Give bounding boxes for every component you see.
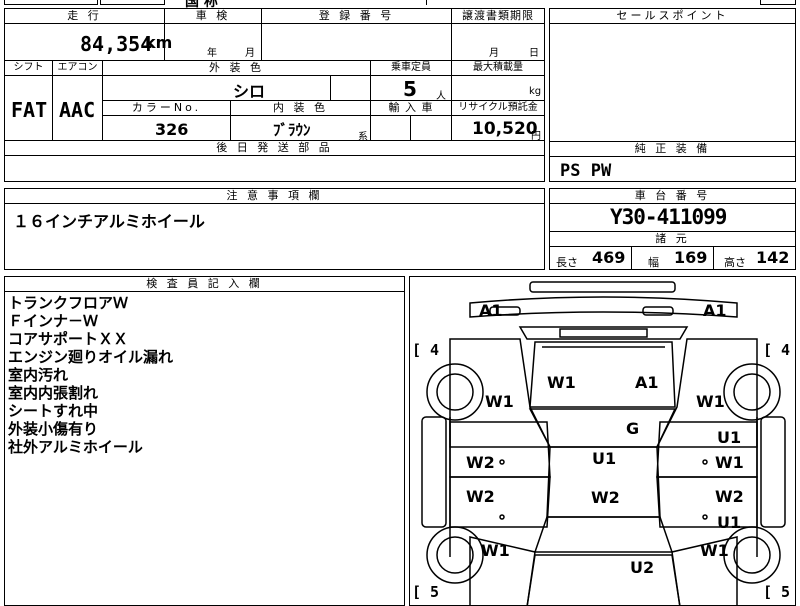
- capacity-unit: 人: [436, 91, 446, 102]
- damage-mark-w1-front-door-right: W1: [715, 453, 744, 472]
- aircon-value: AAC: [59, 98, 96, 122]
- damage-mark-u2-trunk: U2: [630, 558, 655, 577]
- recycle-unit: 円: [531, 131, 541, 142]
- mileage-label: 走 行: [5, 9, 165, 24]
- damage-mark-w2-front-door-left: W2: [466, 453, 495, 472]
- inspector-note: 室内内張割れ: [8, 384, 99, 402]
- vehicle-info-table: 走 行 車 検 登 録 番 号 譲渡書類期限 84,354 km 年 月 月 日…: [4, 8, 545, 182]
- top-strip: 国 称: [0, 0, 800, 10]
- length-label: 長さ: [556, 256, 578, 269]
- exterior-color-label: 外 装 色: [103, 61, 371, 76]
- tire-mark-front-right: [ 4: [763, 341, 791, 359]
- shift-label: シフト: [5, 61, 53, 76]
- inspector-note: 室内汚れ: [8, 366, 69, 384]
- inspector-note: トランクフロアＷ: [8, 294, 129, 312]
- inspection-label: 車 検: [165, 9, 262, 24]
- inspector-note: Ｆインナ－Ｗ: [8, 312, 99, 330]
- genuine-equipment-label: 純 正 装 備: [550, 141, 795, 157]
- aircon-label: エアコン: [53, 61, 103, 76]
- inspector-notes-label: 検 査 員 記 入 欄: [5, 277, 404, 292]
- interior-color-value: ﾌﾞﾗｳﾝ: [273, 121, 311, 139]
- damage-mark-w2-rear-door-left: W2: [466, 487, 495, 506]
- tire-mark-front-left: [ 4: [412, 341, 440, 359]
- inspector-note: 社外アルミホイール: [8, 438, 143, 456]
- tire-mark-rear-right: [ 5: [763, 583, 791, 601]
- followup-parts-label: 後 日 発 送 部 品: [5, 141, 544, 156]
- chassis-no-value: Y30-411099: [610, 205, 727, 229]
- color-no-label: カラーNo.: [103, 101, 231, 116]
- tire-mark-rear-left: [ 5: [412, 583, 440, 601]
- sales-point-label: セールスポイント: [550, 9, 795, 24]
- mileage-value: 84,354: [80, 32, 153, 56]
- damage-mark-w1-rear-fender-left: W1: [481, 541, 510, 560]
- chassis-specs-box: 車 台 番 号 Y30-411099 諸 元 長さ 469 幅 169 高さ 1…: [549, 188, 796, 270]
- inspection-month: 月: [245, 48, 255, 59]
- recycle-label: リサイクル預託金: [452, 101, 544, 116]
- registration-label: 登 録 番 号: [262, 9, 452, 24]
- inspector-notes-list: トランクフロアＷ Ｆインナ－Ｗ コアサポートＸＸ エンジン廻りオイル漏れ 室内汚…: [8, 294, 173, 456]
- inspector-note: コアサポートＸＸ: [8, 330, 129, 348]
- color-no-value: 326: [155, 120, 189, 139]
- damage-mark-g-windshield: G: [626, 419, 640, 438]
- inspector-notes-box: 検 査 員 記 入 欄 トランクフロアＷ Ｆインナ－Ｗ コアサポートＸＸ エンジ…: [4, 276, 405, 606]
- inspector-note: エンジン廻りオイル漏れ: [8, 348, 174, 366]
- inspection-year: 年: [207, 48, 217, 59]
- width-value: 169: [674, 248, 708, 267]
- specs-label: 諸 元: [550, 231, 795, 247]
- transfer-day: 日: [529, 48, 539, 59]
- damage-mark-a1-front-right: A1: [703, 301, 727, 320]
- car-damage-diagram: A1 A1 W1 A1 W1 W1 G U1 W2 W2 W2 U1 W1 W2…: [409, 276, 796, 606]
- damage-mark-a1-hood: A1: [635, 373, 659, 392]
- damage-mark-w2-rear-door-right: W2: [715, 487, 744, 506]
- import-label: 輸 入 車: [371, 101, 452, 116]
- damage-mark-w1-front-fender-right: W1: [696, 392, 725, 411]
- damage-mark-w1-rear-fender-right: W1: [700, 541, 729, 560]
- interior-color-label: 内 装 色: [231, 101, 371, 116]
- capacity-label: 乗車定員: [371, 61, 452, 76]
- damage-mark-w2-roof: W2: [591, 488, 620, 507]
- caution-box: 注 意 事 項 欄 １６インチアルミホイール: [4, 188, 545, 270]
- caution-label: 注 意 事 項 欄: [5, 189, 544, 204]
- inspector-note: シートすれ中: [8, 402, 99, 420]
- inspector-note: 外装小傷有り: [8, 420, 99, 438]
- height-label: 高さ: [724, 256, 746, 269]
- capacity-value: 5: [403, 77, 417, 101]
- damage-mark-u1-front-door-right: U1: [717, 428, 742, 447]
- recycle-value: 10,520: [472, 119, 538, 139]
- exterior-color-value: シロ: [233, 82, 266, 101]
- max-load-unit: kg: [529, 86, 542, 97]
- shift-value: FAT: [11, 98, 48, 122]
- width-label: 幅: [648, 256, 659, 269]
- transfer-month: 月: [489, 48, 499, 59]
- damage-mark-u1-roof: U1: [592, 449, 617, 468]
- height-value: 142: [756, 248, 790, 267]
- sales-point-box: セールスポイント 純 正 装 備 PS PW: [549, 8, 796, 182]
- max-load-label: 最大積載量: [452, 61, 544, 76]
- length-value: 469: [592, 248, 626, 267]
- damage-mark-a1-front-left: A1: [479, 301, 503, 320]
- damage-mark-u1-rear-door-right: U1: [717, 513, 742, 532]
- damage-mark-w1-front-fender-left: W1: [485, 392, 514, 411]
- transfer-deadline-label: 譲渡書類期限: [452, 9, 544, 24]
- caution-value: １６インチアルミホイール: [13, 212, 205, 231]
- damage-mark-w1-hood: W1: [547, 373, 576, 392]
- genuine-equipment-value: PS PW: [560, 161, 612, 181]
- chassis-no-label: 車 台 番 号: [550, 189, 795, 204]
